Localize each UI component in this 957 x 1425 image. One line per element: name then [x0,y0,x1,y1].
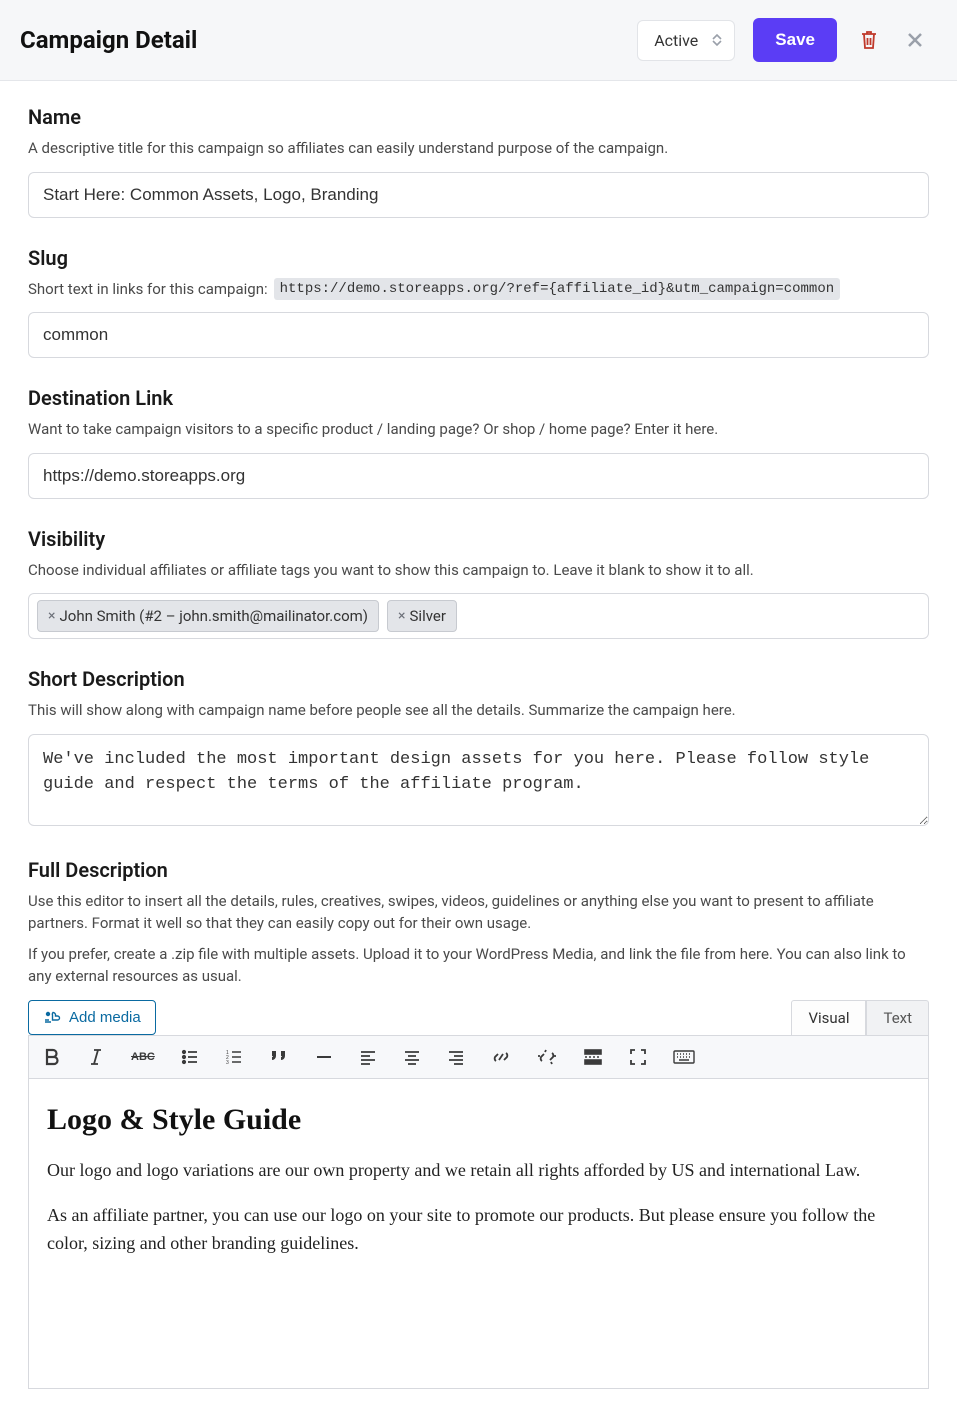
bullet-list-button[interactable] [177,1044,203,1070]
strikethrough-button[interactable]: ABC [127,1047,159,1067]
trash-icon [859,29,879,51]
blockquote-button[interactable] [265,1044,293,1070]
rich-editor: Add media Visual Text ABC 123 [28,1000,929,1389]
bullet-list-icon [181,1048,199,1066]
form-content: Name A descriptive title for this campai… [0,81,957,1425]
visibility-tag[interactable]: × Silver [387,600,457,632]
add-media-label: Add media [69,1009,141,1026]
hr-button[interactable] [311,1044,337,1070]
destination-help: Want to take campaign visitors to a spec… [28,418,929,441]
full-desc-label: Full Description [28,858,929,882]
readmore-icon [583,1048,603,1066]
short-desc-label: Short Description [28,667,929,691]
link-button[interactable] [487,1044,515,1070]
field-name: Name A descriptive title for this campai… [28,105,929,218]
tab-visual[interactable]: Visual [791,1000,866,1035]
visibility-tag[interactable]: × John Smith (#2 – john.smith@mailinator… [37,600,379,632]
keyboard-button[interactable] [669,1044,699,1070]
visibility-label: Visibility [28,527,929,551]
bold-button[interactable] [39,1044,65,1070]
align-right-button[interactable] [443,1044,469,1070]
editor-content[interactable]: Logo & Style Guide Our logo and logo var… [28,1079,929,1389]
chevron-updown-icon [712,34,722,46]
full-desc-help-1: Use this editor to insert all the detail… [28,890,929,935]
header-actions: Active Save [637,18,929,62]
content-heading: Logo & Style Guide [47,1103,910,1137]
bold-icon [43,1048,61,1066]
content-paragraph: As an affiliate partner, you can use our… [47,1202,910,1258]
align-left-button[interactable] [355,1044,381,1070]
media-icon [43,1009,61,1025]
full-desc-help-2: If you prefer, create a .zip file with m… [28,943,929,988]
readmore-button[interactable] [579,1044,607,1070]
tag-label: John Smith (#2 – john.smith@mailinator.c… [59,607,368,625]
field-full-description: Full Description Use this editor to inse… [28,858,929,1389]
delete-button[interactable] [855,25,883,55]
short-desc-input[interactable]: We've included the most important design… [28,734,929,826]
name-input[interactable] [28,172,929,218]
field-destination: Destination Link Want to take campaign v… [28,386,929,499]
numbered-list-button[interactable]: 123 [221,1044,247,1070]
tag-label: Silver [410,607,446,625]
visibility-tag-input[interactable]: × John Smith (#2 – john.smith@mailinator… [28,593,929,639]
numbered-list-icon: 123 [225,1048,243,1066]
link-icon [491,1048,511,1066]
hr-icon [315,1048,333,1066]
slug-url-example: https://demo.storeapps.org/?ref={affilia… [274,278,841,300]
slug-input[interactable] [28,312,929,358]
tag-remove-icon[interactable]: × [48,608,55,624]
keyboard-icon [673,1048,695,1066]
status-select[interactable]: Active [637,20,735,61]
name-help: A descriptive title for this campaign so… [28,137,929,160]
close-icon [905,30,925,50]
strikethrough-icon: ABC [131,1051,155,1063]
destination-input[interactable] [28,453,929,499]
editor-toolbar: ABC 123 [28,1035,929,1079]
tab-text[interactable]: Text [866,1000,929,1035]
status-value: Active [654,31,698,50]
slug-label: Slug [28,246,929,270]
content-paragraph: Our logo and logo variations are our own… [47,1157,910,1185]
unlink-icon [537,1048,557,1066]
align-right-icon [447,1048,465,1066]
page-title: Campaign Detail [20,26,197,54]
unlink-button[interactable] [533,1044,561,1070]
visibility-help: Choose individual affiliates or affiliat… [28,559,929,582]
slug-help: Short text in links for this campaign: [28,278,268,301]
field-short-description: Short Description This will show along w… [28,667,929,830]
field-slug: Slug Short text in links for this campai… [28,246,929,359]
field-visibility: Visibility Choose individual affiliates … [28,527,929,640]
close-button[interactable] [901,26,929,54]
short-desc-help: This will show along with campaign name … [28,699,929,722]
italic-icon [87,1048,105,1066]
align-center-button[interactable] [399,1044,425,1070]
header: Campaign Detail Active Save [0,0,957,81]
italic-button[interactable] [83,1044,109,1070]
align-center-icon [403,1048,421,1066]
fullscreen-button[interactable] [625,1044,651,1070]
destination-label: Destination Link [28,386,929,410]
align-left-icon [359,1048,377,1066]
quote-icon [269,1048,289,1066]
svg-text:3: 3 [226,1060,229,1066]
editor-tabs: Visual Text [791,1000,929,1035]
add-media-button[interactable]: Add media [28,1000,156,1035]
fullscreen-icon [629,1048,647,1066]
save-button[interactable]: Save [753,18,837,62]
tag-remove-icon[interactable]: × [398,608,405,624]
name-label: Name [28,105,929,129]
